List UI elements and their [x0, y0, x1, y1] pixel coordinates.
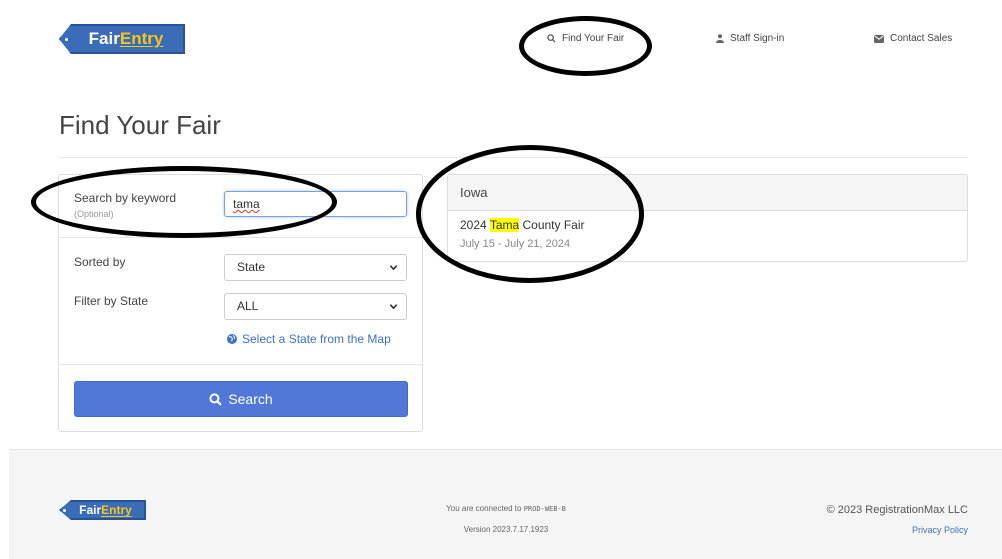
result-title-highlight: Tama: [489, 218, 520, 232]
privacy-policy-link[interactable]: Privacy Policy: [912, 525, 968, 535]
envelope-icon: [874, 34, 884, 43]
logo-text-fair: Fair: [88, 29, 120, 48]
search-panel: Search by keyword (Optional) tama Sorted…: [58, 174, 423, 432]
connection-info: You are connected to PROD-WEB-B: [356, 504, 656, 513]
nav-contact-sales[interactable]: Contact Sales: [874, 33, 952, 44]
annotation-circle-nav: [519, 16, 652, 76]
results-group-heading: Iowa: [448, 175, 967, 211]
panel-separator: [59, 237, 422, 238]
results-panel: Iowa 2024 Tama County Fair July 15 - Jul…: [447, 174, 968, 262]
filter-state-value: ALL: [237, 299, 259, 313]
logo-hole: [65, 37, 68, 41]
filter-state-select[interactable]: ALL: [224, 293, 407, 320]
nav-contact-sales-label: Contact Sales: [890, 33, 953, 44]
select-state-map-label: Select a State from the Map: [242, 332, 391, 346]
page-title: Find Your Fair: [59, 110, 221, 140]
chevron-down-icon: [389, 304, 398, 310]
footer-logo[interactable]: Fair Entry: [59, 500, 146, 520]
globe-icon: [227, 334, 237, 344]
keyword-label: Search by keyword: [74, 191, 177, 205]
sorted-by-label: Sorted by: [74, 255, 126, 269]
footer-logo-hole: [63, 508, 66, 512]
logo-tag: Fair Entry: [59, 24, 185, 54]
footer-logo-text-entry: Entry: [101, 503, 132, 517]
nav-find-your-fair-label: Find Your Fair: [562, 33, 625, 44]
result-title-prefix: 2024: [460, 218, 490, 232]
copyright: © 2023 RegistrationMax LLC: [826, 504, 968, 516]
keyword-input-value: tama: [233, 197, 260, 211]
fairentry-logo[interactable]: Fair Entry: [59, 24, 185, 54]
keyword-input[interactable]: tama: [224, 191, 407, 217]
sorted-by-select[interactable]: State: [224, 254, 407, 281]
search-button-label: Search: [228, 391, 273, 407]
sorted-by-value: State: [237, 260, 266, 274]
search-icon: [547, 34, 556, 43]
filter-state-label: Filter by State: [74, 294, 149, 308]
user-icon: [716, 34, 724, 43]
search-button[interactable]: Search: [74, 381, 408, 417]
search-icon: [209, 392, 222, 406]
keyword-sublabel: (Optional): [74, 209, 114, 219]
select-state-map-link[interactable]: Select a State from the Map: [227, 332, 391, 346]
result-title-suffix: County Fair: [519, 218, 585, 232]
connected-text: You are connected to: [446, 504, 524, 513]
footer-logo-tag: Fair Entry: [59, 500, 146, 520]
nav-staff-signin-label: Staff Sign-in: [730, 33, 785, 44]
title-divider: [59, 157, 968, 158]
footer-logo-text-fair: Fair: [79, 503, 102, 517]
nav-staff-signin[interactable]: Staff Sign-in: [716, 33, 784, 44]
footer: Fair Entry You are connected to PROD-WEB-…: [9, 449, 1002, 559]
logo-text-entry: Entry: [119, 29, 164, 48]
panel-separator: [59, 364, 422, 365]
version-info: Version 2023.7.17.1923: [463, 525, 549, 534]
result-item-title[interactable]: 2024 Tama County Fair: [460, 218, 585, 232]
server-name: PROD-WEB-B: [523, 505, 566, 513]
chevron-down-icon: [389, 265, 398, 271]
result-item-dates: July 15 - July 21, 2024: [460, 238, 571, 250]
nav-find-your-fair[interactable]: Find Your Fair: [547, 33, 624, 44]
